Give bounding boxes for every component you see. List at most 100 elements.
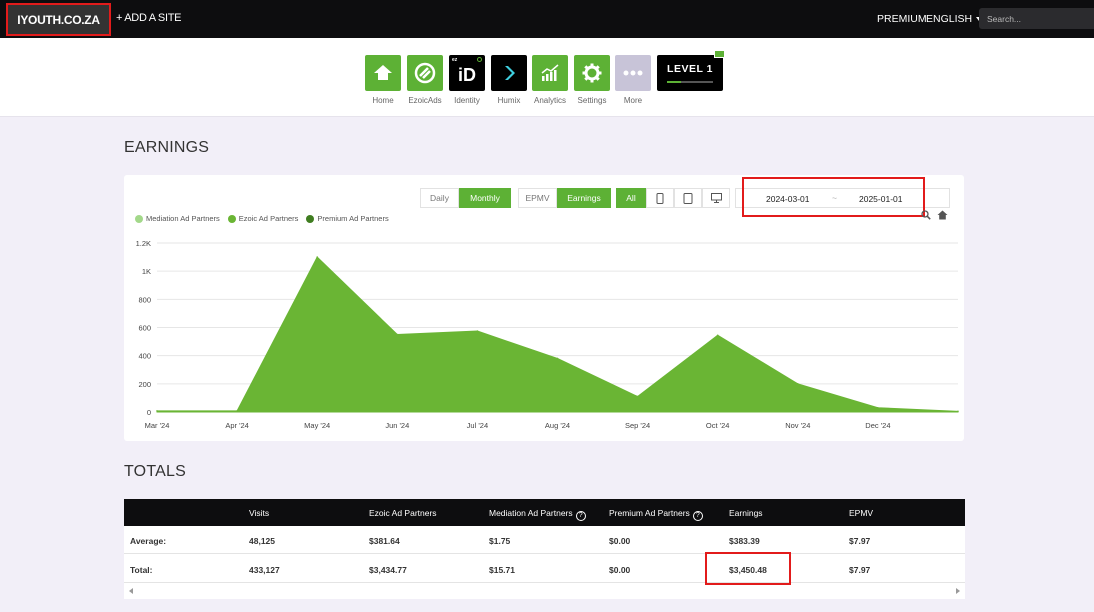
app-label: Humix — [497, 96, 521, 105]
table-cell: $3,434.77 — [369, 565, 407, 575]
y-tick-label: 1.2K — [136, 239, 151, 248]
app-analytics[interactable]: Analytics — [528, 55, 572, 105]
identity-icon: ez iD — [449, 55, 485, 91]
row-label: Average: — [130, 536, 167, 546]
premium-link[interactable]: PREMIUM — [877, 13, 927, 25]
totals-title: TOTALS — [124, 463, 186, 480]
table-cell: $7.97 — [849, 565, 871, 575]
language-label: ENGLISH — [926, 13, 973, 25]
help-icon[interactable]: ? — [575, 511, 586, 521]
highlight-box — [742, 177, 925, 217]
column-header: Mediation Ad Partners? — [489, 508, 586, 521]
app-home[interactable]: Home — [361, 55, 405, 105]
legend-label: Mediation Ad Partners — [146, 214, 220, 223]
app-navigation: Home EzoicAds ez iD Identity Humix Analy… — [0, 38, 1094, 117]
column-header: Visits — [249, 508, 270, 518]
x-tick-label: Apr '24 — [225, 421, 249, 430]
add-site-link[interactable]: + ADD A SITE — [116, 12, 181, 24]
level-label: LEVEL 1 — [667, 63, 713, 75]
legend-item[interactable]: Mediation Ad Partners — [135, 214, 220, 223]
data-point — [957, 410, 959, 413]
table-cell: $0.00 — [609, 565, 631, 575]
mail-icon — [714, 50, 725, 58]
scroll-left-icon[interactable] — [129, 588, 133, 594]
app-label: Identity — [454, 96, 480, 105]
legend-label: Premium Ad Partners — [317, 214, 389, 223]
monthly-toggle[interactable]: Monthly — [459, 188, 511, 208]
more-icon — [615, 55, 651, 91]
row-label: Total: — [130, 565, 153, 575]
x-tick-label: Sep '24 — [625, 421, 650, 430]
site-selector-button[interactable]: IYOUTH.CO.ZA — [6, 3, 111, 36]
column-header: Earnings — [729, 508, 763, 518]
table-cell: 433,127 — [249, 565, 280, 575]
earnings-toggle[interactable]: Earnings — [557, 188, 611, 208]
tablet-toggle[interactable] — [674, 188, 702, 208]
y-tick-label: 200 — [138, 380, 151, 389]
x-tick-label: Mar '24 — [145, 421, 170, 430]
top-bar: IYOUTH.CO.ZA + ADD A SITE PREMIUM ENGLIS… — [0, 0, 1094, 38]
desktop-toggle[interactable] — [702, 188, 730, 208]
y-tick-label: 1K — [142, 267, 151, 276]
legend-swatch — [227, 214, 236, 223]
column-header: Ezoic Ad Partners — [369, 508, 437, 518]
humix-icon — [491, 55, 527, 91]
app-label: Settings — [577, 96, 607, 105]
y-tick-label: 0 — [147, 408, 151, 417]
y-tick-label: 600 — [138, 324, 151, 333]
legend-item[interactable]: Premium Ad Partners — [306, 214, 389, 223]
x-tick-label: Nov '24 — [785, 421, 810, 430]
data-point — [316, 256, 318, 258]
earnings-title: EARNINGS — [124, 139, 210, 156]
table-cell: $15.71 — [489, 565, 515, 575]
table-row: Average: 48,125 $381.64 $1.75 $0.00 $383… — [124, 526, 965, 554]
scroll-right-icon[interactable] — [956, 588, 960, 594]
level-badge[interactable]: LEVEL 1 — [657, 50, 725, 91]
horizontal-scrollbar[interactable] — [124, 585, 965, 598]
app-label: Analytics — [533, 96, 566, 105]
data-point — [797, 383, 799, 385]
all-devices-toggle[interactable]: All — [616, 188, 646, 208]
help-icon[interactable]: ? — [692, 511, 703, 521]
level-progress — [667, 81, 713, 83]
column-header: Premium Ad Partners? — [609, 508, 703, 521]
data-point — [636, 395, 639, 398]
reset-zoom-icon[interactable] — [937, 210, 948, 220]
x-tick-label: Aug '24 — [545, 421, 570, 430]
app-label: More — [623, 96, 643, 105]
y-tick-label: 400 — [138, 352, 151, 361]
language-dropdown[interactable]: ENGLISH — [926, 13, 983, 25]
x-tick-label: May '24 — [304, 421, 330, 430]
data-point — [236, 410, 238, 412]
search-input[interactable] — [979, 8, 1094, 29]
app-humix[interactable]: Humix — [487, 55, 531, 105]
mobile-toggle[interactable] — [646, 188, 674, 208]
desktop-icon — [710, 193, 722, 203]
table-cell: $381.64 — [369, 536, 400, 546]
earnings-chart: 0 200 400 600 800 1K 1.2K Mar '24 Apr '24 May '24… — [136, 239, 959, 430]
epmv-toggle[interactable]: EPMV — [518, 188, 557, 208]
ezoicads-icon — [407, 55, 443, 91]
table-cell: 48,125 — [249, 536, 275, 546]
legend-item[interactable]: Ezoic Ad Partners — [227, 214, 298, 223]
y-tick-label: 800 — [138, 295, 151, 304]
legend-swatch — [306, 214, 315, 223]
data-point — [877, 406, 879, 409]
mobile-icon — [656, 192, 664, 204]
app-settings[interactable]: Settings — [570, 55, 614, 105]
app-identity[interactable]: ez iD Identity — [445, 55, 489, 105]
home-icon — [365, 55, 401, 91]
x-tick-label: Oct '24 — [706, 421, 730, 430]
app-more[interactable]: More — [611, 55, 655, 105]
table-cell: $0.00 — [609, 536, 631, 546]
highlight-box — [705, 552, 791, 585]
zoom-icon[interactable] — [921, 210, 931, 220]
tablet-icon — [683, 192, 693, 204]
daily-toggle[interactable]: Daily — [420, 188, 459, 208]
legend-swatch — [135, 214, 143, 223]
table-cell: $7.97 — [849, 536, 871, 546]
table-cell: $1.75 — [489, 536, 511, 546]
gear-icon — [574, 55, 610, 91]
x-tick-label: Dec '24 — [865, 421, 890, 430]
app-ezoicads[interactable]: EzoicAds — [403, 55, 447, 105]
